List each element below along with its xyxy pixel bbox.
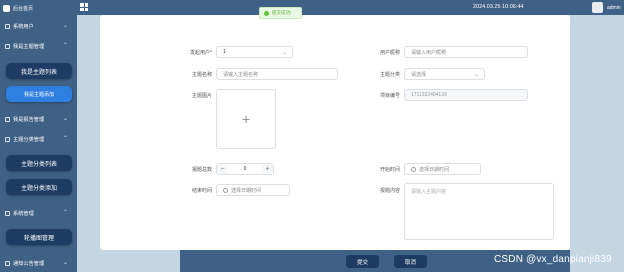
decrement-button[interactable]: − — [217, 164, 228, 174]
top-bar: 2024.03.25 10:06:44 admin — [77, 0, 624, 15]
app-title: 后台首页 — [13, 5, 34, 12]
sidebar-item-category-add[interactable]: 主题分类添加 — [6, 179, 72, 195]
label-title: 主题名称 — [191, 72, 212, 78]
category-icon — [5, 136, 10, 142]
sidebar-group-reports[interactable]: 我是报告管理 ⌄ — [0, 113, 77, 125]
sidebar-group-categories[interactable]: 主题分类管理 ⌃ — [0, 133, 77, 145]
app-logo: 后台首页 — [3, 3, 75, 13]
label-image: 主题图片 — [191, 93, 212, 99]
label-category: 主题分类 — [379, 72, 400, 78]
label-user-nickname: 用户昵称 — [379, 50, 400, 56]
image-upload[interactable]: + — [216, 89, 276, 149]
plus-icon: + — [241, 111, 251, 127]
menu-grid-icon[interactable] — [80, 3, 88, 11]
username[interactable]: admin — [607, 5, 621, 11]
user-nickname-input[interactable]: 请输入用户昵称 — [404, 46, 528, 58]
user-icon — [5, 23, 10, 29]
sidebar-group-system[interactable]: 系统管理 ⌃ — [0, 207, 77, 219]
chevron-up-icon: ⌃ — [62, 43, 68, 49]
start-time-picker[interactable]: 选择日期时间 — [404, 163, 481, 175]
cancel-button[interactable]: 取消 — [394, 255, 427, 268]
chevron-up-icon: ⌃ — [62, 136, 68, 142]
project-no-input: 1711332404133 — [404, 89, 528, 101]
label-count: 报题总数 — [191, 167, 212, 173]
check-icon — [264, 10, 269, 16]
count-value[interactable]: 0 — [228, 164, 262, 174]
document-icon — [5, 116, 10, 122]
sidebar-item-carousel[interactable]: 轮播图管理 — [6, 229, 72, 245]
category-select[interactable]: 请选择 ⌄ — [404, 68, 485, 80]
label-publisher: 发起用户* — [190, 50, 212, 56]
label-content: 报题内容 — [379, 188, 400, 194]
chevron-down-icon: ⌄ — [473, 72, 479, 78]
chevron-down-icon: ⌄ — [62, 23, 68, 29]
clock-icon — [223, 187, 228, 193]
label-project-no: 项目编号 — [379, 93, 400, 99]
increment-button[interactable]: + — [262, 164, 273, 174]
sidebar-group-users[interactable]: 系统用户 ⌄ — [0, 20, 77, 32]
chevron-down-icon: ⌄ — [62, 260, 68, 266]
sidebar: 后台首页 系统用户 ⌄ 我是主题管理 ⌃ 我是主题列表 我是主题添加 我是报告管… — [0, 0, 77, 272]
datetime: 2024.03.25 10:06:44 — [473, 4, 524, 10]
sidebar-item-topic-add[interactable]: 我是主题添加 — [6, 86, 72, 102]
count-stepper[interactable]: − 0 + — [216, 163, 274, 175]
chevron-down-icon: ⌄ — [62, 116, 68, 122]
chevron-up-icon: ⌃ — [62, 210, 68, 216]
content-textarea[interactable]: 请输入主题内容 — [404, 183, 554, 240]
sidebar-group-topics[interactable]: 我是主题管理 ⌃ — [0, 40, 77, 52]
clock-icon — [411, 166, 416, 172]
success-toast: 提交成功! — [259, 7, 302, 19]
logo-icon — [3, 4, 10, 12]
title-input[interactable]: 请输入主题名称 — [216, 68, 338, 80]
label-start-time: 开始时间 — [379, 167, 400, 173]
sidebar-group-notices[interactable]: 通知公告管理 ⌄ — [0, 257, 77, 269]
submit-button[interactable]: 提交 — [346, 255, 379, 268]
sidebar-item-topic-list[interactable]: 我是主题列表 — [6, 63, 72, 79]
folder-icon — [5, 43, 10, 49]
sidebar-item-category-list[interactable]: 主题分类列表 — [6, 155, 72, 171]
label-end-time: 结束时间 — [191, 188, 212, 194]
chevron-down-icon: ⌄ — [281, 50, 287, 56]
avatar[interactable] — [592, 2, 603, 13]
notice-icon — [5, 260, 10, 266]
watermark: CSDN @vx_danpianji839 — [494, 254, 612, 265]
end-time-picker[interactable]: 选择日期时间 — [216, 184, 290, 196]
publisher-select[interactable]: 1 ⌄ — [216, 46, 293, 58]
settings-icon — [5, 210, 10, 216]
